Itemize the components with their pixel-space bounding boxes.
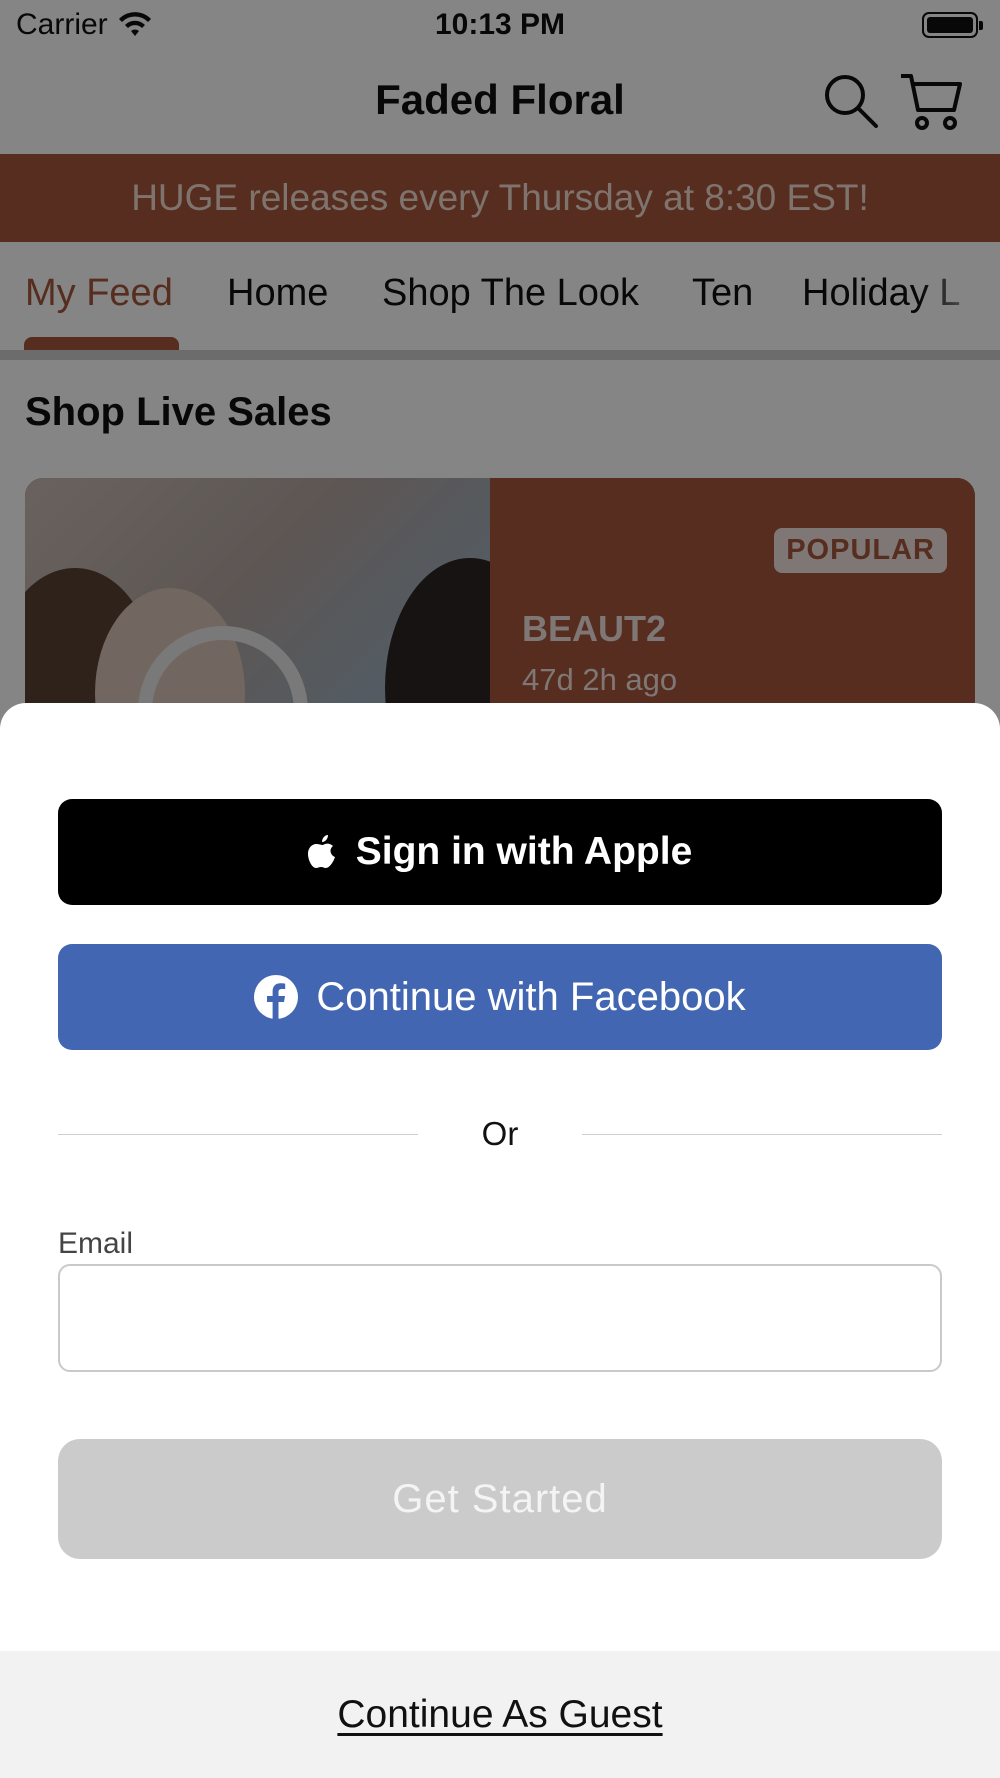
divider-line-right: [582, 1134, 942, 1135]
continue-as-guest-link[interactable]: Continue As Guest: [337, 1693, 662, 1737]
get-started-label: Get Started: [392, 1476, 608, 1521]
sign-in-sheet: Sign in with Apple Continue with Faceboo…: [0, 703, 1000, 1778]
email-label: Email: [58, 1227, 134, 1260]
facebook-icon: [254, 975, 299, 1019]
guest-bar: Continue As Guest: [0, 1651, 1000, 1778]
apple-button-label: Sign in with Apple: [355, 830, 693, 873]
apple-icon: [307, 835, 335, 868]
email-input[interactable]: [58, 1264, 942, 1372]
get-started-button[interactable]: Get Started: [58, 1439, 942, 1559]
or-divider: Or: [58, 1109, 942, 1159]
facebook-button-label: Continue with Facebook: [316, 974, 746, 1019]
continue-with-facebook-button[interactable]: Continue with Facebook: [58, 944, 942, 1050]
sign-in-with-apple-button[interactable]: Sign in with Apple: [58, 799, 942, 905]
